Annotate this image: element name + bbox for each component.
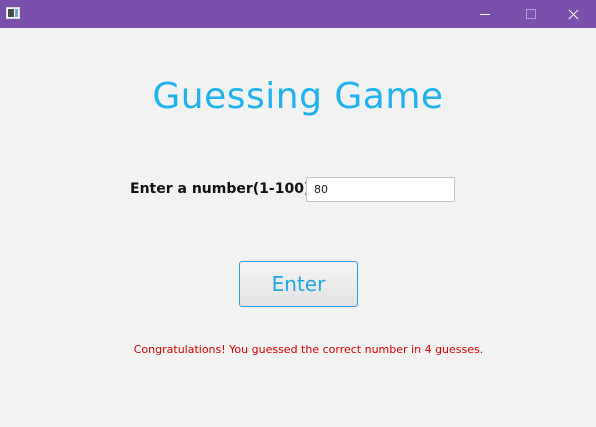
app-icon-right-pane [15,9,18,17]
app-window: Guessing Game Enter a number(1-100): Ent… [0,0,596,427]
number-prompt-label: Enter a number(1-100): [130,181,316,197]
maximize-button[interactable] [508,0,554,28]
enter-button[interactable]: Enter [239,261,358,307]
close-icon [567,8,579,20]
close-button[interactable] [550,0,596,28]
app-icon-left-pane [8,9,14,17]
minimize-button[interactable] [462,0,508,28]
app-icon [6,7,20,19]
number-input[interactable] [306,177,455,202]
game-title: Guessing Game [152,76,444,117]
result-message: Congratulations! You guessed the correct… [133,343,484,356]
minimize-icon [480,13,490,15]
title-bar[interactable] [0,0,596,28]
maximize-icon [526,9,536,19]
